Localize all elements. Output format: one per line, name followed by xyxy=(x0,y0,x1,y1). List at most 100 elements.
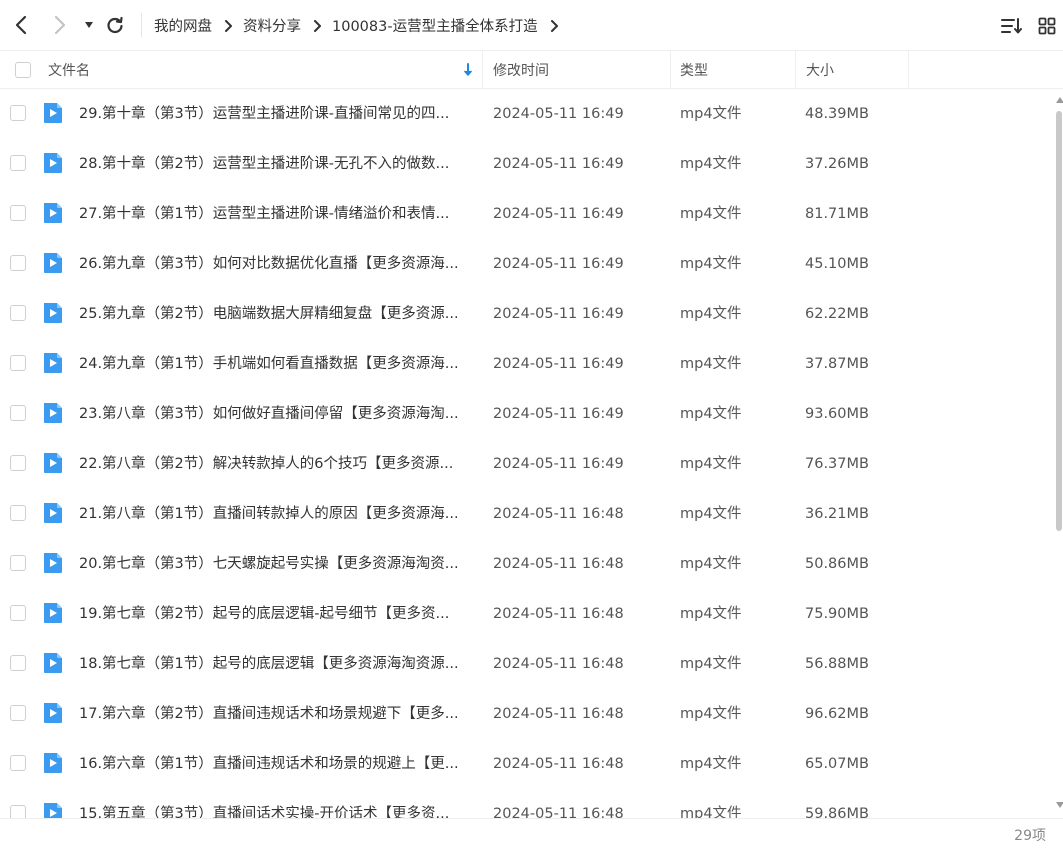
file-name[interactable]: 24.第九章（第1节）手机端如何看直播数据【更多资源海... xyxy=(79,339,459,389)
file-name[interactable]: 15.第五章（第3节）直播间话术实操-开价话术【更多资... xyxy=(79,789,449,818)
file-name[interactable]: 19.第七章（第2节）起号的底层逻辑-起号细节【更多资... xyxy=(79,589,449,639)
file-name[interactable]: 20.第七章（第3节）七天螺旋起号实操【更多资源海淘资... xyxy=(79,539,459,589)
breadcrumb-item-current-folder[interactable]: 100083-运营型主播全体系打造 xyxy=(332,15,538,36)
column-header-modified[interactable]: 修改时间 xyxy=(493,51,549,89)
table-row[interactable]: 22.第八章（第2节）解决转款掉人的6个技巧【更多资源... 2024-05-11… xyxy=(0,439,1055,489)
row-checkbox[interactable] xyxy=(10,205,26,221)
row-checkbox[interactable] xyxy=(10,455,26,471)
file-name[interactable]: 26.第九章（第3节）如何对比数据优化直播【更多资源海... xyxy=(79,239,459,289)
column-header-size[interactable]: 大小 xyxy=(806,51,834,89)
row-checkbox[interactable] xyxy=(10,155,26,171)
row-checkbox[interactable] xyxy=(10,705,26,721)
scrollbar-thumb[interactable] xyxy=(1056,111,1062,531)
column-divider[interactable] xyxy=(795,51,796,89)
file-size: 45.10MB xyxy=(805,256,869,272)
file-size: 37.87MB xyxy=(805,356,869,372)
file-modified-time: 2024-05-11 16:49 xyxy=(493,406,624,422)
row-checkbox[interactable] xyxy=(10,805,26,818)
scroll-up-arrow-icon[interactable] xyxy=(1056,97,1063,103)
file-name[interactable]: 25.第九章（第2节）电脑端数据大屏精细复盘【更多资源... xyxy=(79,289,459,339)
file-modified-time: 2024-05-11 16:48 xyxy=(493,806,624,818)
file-type: mp4文件 xyxy=(680,206,742,222)
sort-desc-icon[interactable] xyxy=(463,51,473,89)
view-mode-button[interactable] xyxy=(1035,14,1059,38)
breadcrumb-separator-icon xyxy=(224,19,233,32)
refresh-button[interactable] xyxy=(102,12,128,38)
table-row[interactable]: 20.第七章（第3节）七天螺旋起号实操【更多资源海淘资... 2024-05-11… xyxy=(0,539,1055,589)
file-name[interactable]: 23.第八章（第3节）如何做好直播间停留【更多资源海淘... xyxy=(79,389,459,439)
table-row[interactable]: 23.第八章（第3节）如何做好直播间停留【更多资源海淘... 2024-05-11… xyxy=(0,389,1055,439)
column-divider[interactable] xyxy=(908,51,909,89)
video-file-icon xyxy=(44,153,62,173)
table-row[interactable]: 17.第六章（第2节）直播间违规话术和场景规避下【更多... 2024-05-11… xyxy=(0,689,1055,739)
row-checkbox[interactable] xyxy=(10,655,26,671)
column-divider[interactable] xyxy=(482,51,483,89)
file-type: mp4文件 xyxy=(680,406,742,422)
file-type: mp4文件 xyxy=(680,706,742,722)
column-header-type[interactable]: 类型 xyxy=(680,51,708,89)
file-name[interactable]: 22.第八章（第2节）解决转款掉人的6个技巧【更多资源... xyxy=(79,439,453,489)
row-checkbox[interactable] xyxy=(10,555,26,571)
file-size: 36.21MB xyxy=(805,506,869,522)
file-type: mp4文件 xyxy=(680,456,742,472)
forward-button[interactable] xyxy=(47,12,73,38)
table-row[interactable]: 27.第十章（第1节）运营型主播进阶课-情绪溢价和表情... 2024-05-11… xyxy=(0,189,1055,239)
table-row[interactable]: 26.第九章（第3节）如何对比数据优化直播【更多资源海... 2024-05-11… xyxy=(0,239,1055,289)
table-row[interactable]: 15.第五章（第3节）直播间话术实操-开价话术【更多资... 2024-05-11… xyxy=(0,789,1055,818)
table-row[interactable]: 18.第七章（第1节）起号的底层逻辑【更多资源海淘资源... 2024-05-11… xyxy=(0,639,1055,689)
file-name[interactable]: 21.第八章（第1节）直播间转款掉人的原因【更多资源海... xyxy=(79,489,459,539)
file-modified-time: 2024-05-11 16:48 xyxy=(493,506,624,522)
table-row[interactable]: 21.第八章（第1节）直播间转款掉人的原因【更多资源海... 2024-05-11… xyxy=(0,489,1055,539)
file-size: 48.39MB xyxy=(805,106,869,122)
file-name[interactable]: 17.第六章（第2节）直播间违规话术和场景规避下【更多... xyxy=(79,689,459,739)
file-list: 29.第十章（第3节）运营型主播进阶课-直播间常见的四... 2024-05-11… xyxy=(0,89,1055,818)
table-row[interactable]: 24.第九章（第1节）手机端如何看直播数据【更多资源海... 2024-05-11… xyxy=(0,339,1055,389)
breadcrumb-item-my-drive[interactable]: 我的网盘 xyxy=(154,15,212,36)
file-name[interactable]: 28.第十章（第2节）运营型主播进阶课-无孔不入的做数... xyxy=(79,139,449,189)
file-name[interactable]: 18.第七章（第1节）起号的底层逻辑【更多资源海淘资源... xyxy=(79,639,459,689)
video-file-icon xyxy=(44,503,62,523)
row-checkbox[interactable] xyxy=(10,605,26,621)
sort-button[interactable] xyxy=(1000,14,1024,38)
column-header: 文件名 修改时间 类型 大小 xyxy=(0,51,1063,89)
row-checkbox[interactable] xyxy=(10,755,26,771)
video-file-icon xyxy=(44,103,62,123)
breadcrumb: 我的网盘 资料分享 100083-运营型主播全体系打造 xyxy=(154,0,569,51)
file-type: mp4文件 xyxy=(680,506,742,522)
row-checkbox[interactable] xyxy=(10,405,26,421)
select-all-checkbox[interactable] xyxy=(15,62,31,78)
table-row[interactable]: 19.第七章（第2节）起号的底层逻辑-起号细节【更多资... 2024-05-11… xyxy=(0,589,1055,639)
file-type: mp4文件 xyxy=(680,306,742,322)
table-row[interactable]: 29.第十章（第3节）运营型主播进阶课-直播间常见的四... 2024-05-11… xyxy=(0,89,1055,139)
row-checkbox[interactable] xyxy=(10,105,26,121)
file-modified-time: 2024-05-11 16:48 xyxy=(493,756,624,772)
history-dropdown-button[interactable] xyxy=(76,12,102,38)
file-name[interactable]: 16.第六章（第1节）直播间违规话术和场景的规避上【更... xyxy=(79,739,459,789)
row-checkbox[interactable] xyxy=(10,255,26,271)
column-header-name[interactable]: 文件名 xyxy=(48,51,90,89)
table-row[interactable]: 28.第十章（第2节）运营型主播进阶课-无孔不入的做数... 2024-05-11… xyxy=(0,139,1055,189)
file-size: 56.88MB xyxy=(805,656,869,672)
file-size: 81.71MB xyxy=(805,206,869,222)
table-row[interactable]: 16.第六章（第1节）直播间违规话术和场景的规避上【更... 2024-05-11… xyxy=(0,739,1055,789)
breadcrumb-item-shared[interactable]: 资料分享 xyxy=(243,15,301,36)
file-name[interactable]: 27.第十章（第1节）运营型主播进阶课-情绪溢价和表情... xyxy=(79,189,449,239)
column-divider[interactable] xyxy=(670,51,671,89)
scrollbar[interactable] xyxy=(1055,89,1063,818)
file-name[interactable]: 29.第十章（第3节）运营型主播进阶课-直播间常见的四... xyxy=(79,89,449,139)
file-type: mp4文件 xyxy=(680,806,742,818)
video-file-icon xyxy=(44,353,62,373)
video-file-icon xyxy=(44,253,62,273)
row-checkbox[interactable] xyxy=(10,505,26,521)
video-file-icon xyxy=(44,703,62,723)
video-file-icon xyxy=(44,303,62,323)
file-modified-time: 2024-05-11 16:49 xyxy=(493,256,624,272)
row-checkbox[interactable] xyxy=(10,355,26,371)
file-modified-time: 2024-05-11 16:49 xyxy=(493,156,624,172)
back-button[interactable] xyxy=(8,12,34,38)
file-modified-time: 2024-05-11 16:48 xyxy=(493,706,624,722)
video-file-icon xyxy=(44,803,62,818)
row-checkbox[interactable] xyxy=(10,305,26,321)
scroll-down-arrow-icon[interactable] xyxy=(1056,802,1063,808)
table-row[interactable]: 25.第九章（第2节）电脑端数据大屏精细复盘【更多资源... 2024-05-11… xyxy=(0,289,1055,339)
